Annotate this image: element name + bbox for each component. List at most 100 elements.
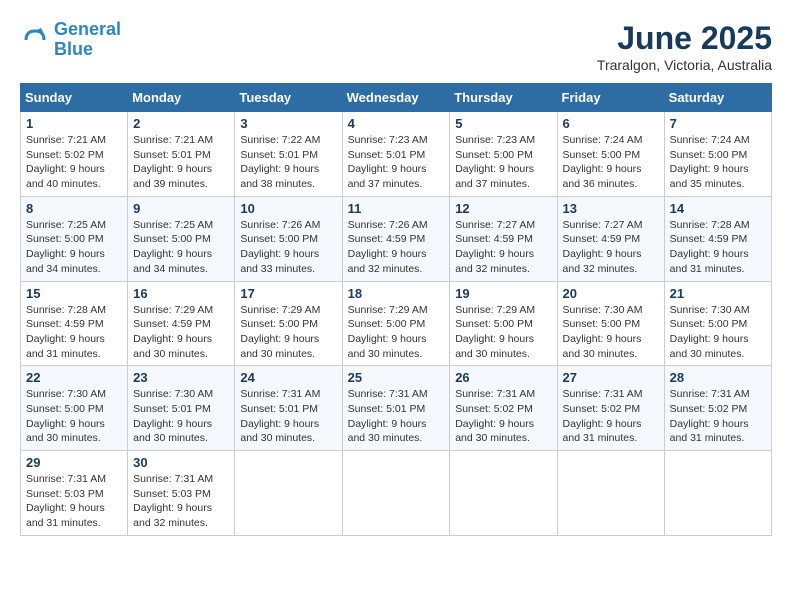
calendar-cell: 5 Sunrise: 7:23 AMSunset: 5:00 PMDaylight… <box>450 112 557 197</box>
day-number: 17 <box>240 286 336 301</box>
calendar-cell <box>342 451 450 536</box>
weekday-header: Thursday <box>450 84 557 112</box>
day-info: Sunrise: 7:29 AMSunset: 5:00 PMDaylight:… <box>348 303 445 362</box>
calendar-cell: 10 Sunrise: 7:26 AMSunset: 5:00 PMDayligh… <box>235 196 342 281</box>
day-info: Sunrise: 7:30 AMSunset: 5:00 PMDaylight:… <box>26 387 122 446</box>
calendar-cell: 29Sunrise: 7:31 AMSunset: 5:03 PMDayligh… <box>21 451 128 536</box>
day-number: 14 <box>670 201 766 216</box>
calendar-week-row: 1 Sunrise: 7:21 AMSunset: 5:02 PMDaylight… <box>21 112 772 197</box>
day-info: Sunrise: 7:30 AMSunset: 5:00 PMDaylight:… <box>563 303 659 362</box>
day-info: Sunrise: 7:27 AMSunset: 4:59 PMDaylight:… <box>455 218 551 277</box>
day-number: 12 <box>455 201 551 216</box>
calendar-week-row: 29 Sunrise: 7:31 AMSunset: 5:03 PMDayligh… <box>21 451 772 536</box>
day-info: Sunrise: 7:29 AMSunset: 4:59 PMDaylight:… <box>133 303 229 362</box>
day-info: Sunrise: 7:24 AMSunset: 5:00 PMDaylight:… <box>670 133 766 192</box>
day-info: Sunrise: 7:29 AMSunset: 5:00 PMDaylight:… <box>240 303 336 362</box>
day-number: 29 <box>26 455 122 470</box>
calendar-cell: 9Sunrise: 7:25 AMSunset: 5:00 PMDaylight… <box>128 196 235 281</box>
day-number: 20 <box>563 286 659 301</box>
calendar-cell: 28 Sunrise: 7:31 AMSunset: 5:02 PMDayligh… <box>664 366 771 451</box>
title-area: June 2025 Traralgon, Victoria, Australia <box>597 20 772 73</box>
calendar-cell <box>664 451 771 536</box>
calendar-cell <box>557 451 664 536</box>
day-number: 1 <box>26 116 122 131</box>
calendar-cell: 14 Sunrise: 7:28 AMSunset: 4:59 PMDayligh… <box>664 196 771 281</box>
day-number: 25 <box>348 370 445 385</box>
page-header: General Blue June 2025 Traralgon, Victor… <box>20 20 772 73</box>
day-info: Sunrise: 7:26 AMSunset: 4:59 PMDaylight:… <box>348 218 445 277</box>
day-number: 8 <box>26 201 122 216</box>
day-info: Sunrise: 7:30 AMSunset: 5:00 PMDaylight:… <box>670 303 766 362</box>
calendar-cell: 19 Sunrise: 7:29 AMSunset: 5:00 PMDayligh… <box>450 281 557 366</box>
day-info: Sunrise: 7:25 AMSunset: 5:00 PMDaylight:… <box>133 218 229 277</box>
day-number: 21 <box>670 286 766 301</box>
calendar-cell: 8 Sunrise: 7:25 AMSunset: 5:00 PMDaylight… <box>21 196 128 281</box>
day-info: Sunrise: 7:31 AMSunset: 5:02 PMDaylight:… <box>455 387 551 446</box>
calendar-cell: 30Sunrise: 7:31 AMSunset: 5:03 PMDayligh… <box>128 451 235 536</box>
calendar-cell: 22Sunrise: 7:30 AMSunset: 5:00 PMDayligh… <box>21 366 128 451</box>
calendar-cell: 20 Sunrise: 7:30 AMSunset: 5:00 PMDayligh… <box>557 281 664 366</box>
day-number: 2 <box>133 116 229 131</box>
day-info: Sunrise: 7:31 AMSunset: 5:01 PMDaylight:… <box>240 387 336 446</box>
calendar-cell: 18Sunrise: 7:29 AMSunset: 5:00 PMDayligh… <box>342 281 450 366</box>
calendar-cell: 15 Sunrise: 7:28 AMSunset: 4:59 PMDayligh… <box>21 281 128 366</box>
calendar-cell: 26 Sunrise: 7:31 AMSunset: 5:02 PMDayligh… <box>450 366 557 451</box>
day-number: 13 <box>563 201 659 216</box>
calendar-cell: 13 Sunrise: 7:27 AMSunset: 4:59 PMDayligh… <box>557 196 664 281</box>
day-number: 26 <box>455 370 551 385</box>
calendar-cell: 4 Sunrise: 7:23 AMSunset: 5:01 PMDaylight… <box>342 112 450 197</box>
logo: General Blue <box>20 20 121 60</box>
day-info: Sunrise: 7:23 AMSunset: 5:01 PMDaylight:… <box>348 133 445 192</box>
day-number: 19 <box>455 286 551 301</box>
day-number: 28 <box>670 370 766 385</box>
calendar-cell: 17 Sunrise: 7:29 AMSunset: 5:00 PMDayligh… <box>235 281 342 366</box>
day-number: 11 <box>348 201 445 216</box>
calendar-cell: 16 Sunrise: 7:29 AMSunset: 4:59 PMDayligh… <box>128 281 235 366</box>
calendar-week-row: 22Sunrise: 7:30 AMSunset: 5:00 PMDayligh… <box>21 366 772 451</box>
calendar-cell: 3Sunrise: 7:22 AMSunset: 5:01 PMDaylight… <box>235 112 342 197</box>
calendar-cell: 11 Sunrise: 7:26 AMSunset: 4:59 PMDayligh… <box>342 196 450 281</box>
calendar-cell <box>235 451 342 536</box>
calendar-cell: 1 Sunrise: 7:21 AMSunset: 5:02 PMDaylight… <box>21 112 128 197</box>
weekday-header: Wednesday <box>342 84 450 112</box>
day-info: Sunrise: 7:26 AMSunset: 5:00 PMDaylight:… <box>240 218 336 277</box>
calendar-cell: 2 Sunrise: 7:21 AMSunset: 5:01 PMDaylight… <box>128 112 235 197</box>
calendar-cell: 23Sunrise: 7:30 AMSunset: 5:01 PMDayligh… <box>128 366 235 451</box>
calendar-cell: 7 Sunrise: 7:24 AMSunset: 5:00 PMDaylight… <box>664 112 771 197</box>
day-info: Sunrise: 7:22 AMSunset: 5:01 PMDaylight:… <box>240 133 336 192</box>
day-info: Sunrise: 7:29 AMSunset: 5:00 PMDaylight:… <box>455 303 551 362</box>
day-number: 5 <box>455 116 551 131</box>
day-number: 4 <box>348 116 445 131</box>
day-number: 24 <box>240 370 336 385</box>
day-info: Sunrise: 7:25 AMSunset: 5:00 PMDaylight:… <box>26 218 122 277</box>
calendar-cell: 6 Sunrise: 7:24 AMSunset: 5:00 PMDaylight… <box>557 112 664 197</box>
location-title: Traralgon, Victoria, Australia <box>597 57 772 73</box>
calendar-cell: 21 Sunrise: 7:30 AMSunset: 5:00 PMDayligh… <box>664 281 771 366</box>
weekday-header: Tuesday <box>235 84 342 112</box>
day-info: Sunrise: 7:24 AMSunset: 5:00 PMDaylight:… <box>563 133 659 192</box>
calendar-cell: 25 Sunrise: 7:31 AMSunset: 5:01 PMDayligh… <box>342 366 450 451</box>
day-info: Sunrise: 7:30 AMSunset: 5:01 PMDaylight:… <box>133 387 229 446</box>
calendar-cell: 27Sunrise: 7:31 AMSunset: 5:02 PMDayligh… <box>557 366 664 451</box>
day-info: Sunrise: 7:21 AMSunset: 5:01 PMDaylight:… <box>133 133 229 192</box>
day-number: 10 <box>240 201 336 216</box>
day-info: Sunrise: 7:28 AMSunset: 4:59 PMDaylight:… <box>670 218 766 277</box>
day-info: Sunrise: 7:23 AMSunset: 5:00 PMDaylight:… <box>455 133 551 192</box>
calendar-week-row: 15 Sunrise: 7:28 AMSunset: 4:59 PMDayligh… <box>21 281 772 366</box>
day-number: 6 <box>563 116 659 131</box>
logo-icon <box>20 25 50 55</box>
weekday-header: Sunday <box>21 84 128 112</box>
day-number: 15 <box>26 286 122 301</box>
day-info: Sunrise: 7:31 AMSunset: 5:03 PMDaylight:… <box>133 472 229 531</box>
calendar-cell: 12 Sunrise: 7:27 AMSunset: 4:59 PMDayligh… <box>450 196 557 281</box>
day-info: Sunrise: 7:31 AMSunset: 5:01 PMDaylight:… <box>348 387 445 446</box>
calendar-cell: 24 Sunrise: 7:31 AMSunset: 5:01 PMDayligh… <box>235 366 342 451</box>
day-info: Sunrise: 7:31 AMSunset: 5:02 PMDaylight:… <box>670 387 766 446</box>
calendar-table: SundayMondayTuesdayWednesdayThursdayFrid… <box>20 83 772 536</box>
day-number: 16 <box>133 286 229 301</box>
weekday-header: Monday <box>128 84 235 112</box>
day-info: Sunrise: 7:28 AMSunset: 4:59 PMDaylight:… <box>26 303 122 362</box>
day-number: 7 <box>670 116 766 131</box>
day-info: Sunrise: 7:27 AMSunset: 4:59 PMDaylight:… <box>563 218 659 277</box>
day-info: Sunrise: 7:21 AMSunset: 5:02 PMDaylight:… <box>26 133 122 192</box>
